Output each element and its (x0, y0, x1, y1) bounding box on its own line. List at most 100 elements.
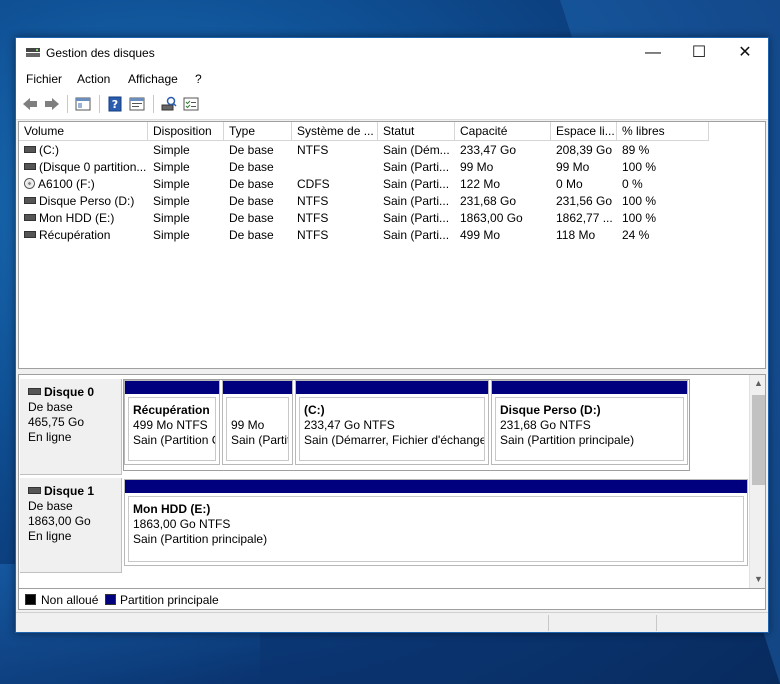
toolbar-separator (99, 95, 100, 113)
partition-c[interactable]: (C:) 233,47 Go NTFS Sain (Démarrer, Fich… (295, 380, 489, 465)
hard-drive-icon (28, 388, 41, 396)
back-arrow-icon[interactable] (22, 96, 38, 112)
table-row[interactable]: Mon HDD (E:) Simple De base NTFS Sain (P… (19, 210, 765, 227)
disk-1-label[interactable]: Disque 1 De base 1863,00 Go En ligne (20, 478, 122, 573)
filesystem-cell: NTFS (297, 228, 329, 242)
status-pane (548, 615, 549, 631)
graphical-view-scrollbar[interactable]: ▲ ▼ (749, 375, 765, 605)
partition-title: Récupération (133, 403, 210, 417)
status-cell: Sain (Dém... (383, 143, 450, 157)
help-icon[interactable]: ? (107, 96, 123, 112)
volume-name: Mon HDD (E:) (39, 211, 115, 225)
scroll-up-icon[interactable]: ▲ (750, 375, 765, 392)
table-row[interactable]: (C:) Simple De base NTFS Sain (Dém... 23… (19, 142, 765, 159)
partition-title: (C:) (304, 403, 325, 417)
menu-action[interactable]: Action (77, 72, 110, 86)
partition-type-bar (296, 381, 488, 394)
partition-title: Mon HDD (E:) (133, 502, 211, 516)
disk-management-app-icon (26, 48, 40, 57)
volume-cell: Mon HDD (E:) (24, 210, 146, 227)
capacity-cell: 1863,00 Go (460, 211, 523, 225)
maximize-button[interactable]: ☐ (676, 38, 722, 68)
table-row[interactable]: (Disque 0 partition... Simple De base Sa… (19, 159, 765, 176)
partition-status: Sain (Partit (231, 433, 289, 447)
disk-type: De base (28, 400, 73, 414)
rescan-icon[interactable] (161, 96, 177, 112)
hard-drive-icon (28, 487, 41, 495)
column-header-free-space[interactable]: Espace li... (551, 122, 617, 141)
partition-d[interactable]: Disque Perso (D:) 231,68 Go NTFS Sain (P… (491, 380, 688, 465)
title-bar[interactable]: Gestion des disques — ☐ ✕ (16, 38, 768, 68)
column-header-percent-free[interactable]: % libres (617, 122, 709, 141)
volume-name: Disque Perso (D:) (39, 194, 135, 208)
disk-management-window: Gestion des disques — ☐ ✕ Fichier Action… (15, 37, 769, 633)
toolbar-separator (153, 95, 154, 113)
free-space-cell: 118 Mo (556, 228, 596, 242)
scroll-down-icon[interactable]: ▼ (750, 571, 765, 588)
partition-details: (C:) 233,47 Go NTFS Sain (Démarrer, Fich… (299, 397, 485, 461)
filesystem-cell: NTFS (297, 194, 329, 208)
table-row[interactable]: A6100 (F:) Simple De base CDFS Sain (Par… (19, 176, 765, 193)
percent-free-cell: 24 % (622, 228, 650, 242)
free-space-cell: 231,56 Go (556, 194, 613, 208)
volume-list: Volume Disposition Type Système de ... S… (18, 121, 766, 369)
window-title: Gestion des disques (46, 46, 155, 60)
console-tree-icon[interactable] (75, 96, 91, 112)
percent-free-cell: 89 % (622, 143, 650, 157)
status-cell: Sain (Parti... (383, 228, 450, 242)
partition-status: Sain (Partition C (133, 433, 216, 447)
partition-type-bar (492, 381, 687, 394)
free-space-cell: 208,39 Go (556, 143, 613, 157)
partition-recuperation[interactable]: Récupération 499 Mo NTFS Sain (Partition… (124, 380, 220, 465)
disk-type: De base (28, 499, 73, 513)
forward-arrow-icon[interactable] (44, 96, 60, 112)
capacity-cell: 233,47 Go (460, 143, 517, 157)
close-button[interactable]: ✕ (722, 38, 768, 68)
menu-bar: Fichier Action Affichage ? (16, 68, 768, 89)
type-cell: De base (229, 194, 274, 208)
disk-0-label[interactable]: Disque 0 De base 465,75 Go En ligne (20, 379, 122, 475)
volume-cell: (C:) (24, 142, 146, 159)
volume-name: (Disque 0 partition... (39, 160, 146, 174)
menu-help[interactable]: ? (195, 72, 202, 86)
partition-details: Disque Perso (D:) 231,68 Go NTFS Sain (P… (495, 397, 684, 461)
free-space-cell: 0 Mo (556, 177, 583, 191)
hard-drive-icon (24, 197, 36, 205)
column-header-disposition[interactable]: Disposition (148, 122, 224, 141)
column-header-status[interactable]: Statut (378, 122, 455, 141)
percent-free-cell: 100 % (622, 160, 657, 174)
legend-primary-partition: Partition principale (120, 593, 219, 607)
table-row[interactable]: Disque Perso (D:) Simple De base NTFS Sa… (19, 193, 765, 210)
partition-size: 499 Mo NTFS (133, 418, 208, 432)
checklist-icon[interactable] (183, 96, 199, 112)
percent-free-cell: 100 % (622, 194, 657, 208)
column-header-type[interactable]: Type (224, 122, 292, 141)
partition-type-bar (223, 381, 292, 394)
volume-cell: Récupération (24, 227, 146, 244)
column-header-filesystem[interactable]: Système de ... (292, 122, 378, 141)
partition-disk0-part2[interactable]: 99 Mo Sain (Partit (222, 380, 293, 465)
disposition-cell: Simple (153, 194, 190, 208)
primary-partition-swatch (105, 594, 116, 605)
legend-unallocated: Non alloué (41, 593, 99, 607)
partition-title: Disque Perso (D:) (500, 403, 601, 417)
disk-name: Disque 0 (44, 385, 95, 399)
menu-affichage[interactable]: Affichage (128, 72, 178, 86)
volume-name: Récupération (39, 228, 111, 242)
filesystem-cell: NTFS (297, 143, 329, 157)
column-header-capacity[interactable]: Capacité (455, 122, 551, 141)
cd-drive-icon (24, 178, 35, 190)
type-cell: De base (229, 211, 274, 225)
type-cell: De base (229, 228, 274, 242)
table-row[interactable]: Récupération Simple De base NTFS Sain (P… (19, 227, 765, 244)
capacity-cell: 499 Mo (460, 228, 501, 242)
partition-e[interactable]: Mon HDD (E:) 1863,00 Go NTFS Sain (Parti… (124, 479, 748, 566)
scroll-thumb[interactable] (752, 395, 765, 485)
partition-status: Sain (Démarrer, Fichier d'échange, (304, 433, 485, 447)
hard-drive-icon (24, 231, 36, 239)
minimize-button[interactable]: — (630, 38, 676, 68)
hard-drive-icon (24, 146, 36, 154)
column-header-volume[interactable]: Volume (19, 122, 148, 141)
menu-fichier[interactable]: Fichier (26, 72, 62, 86)
properties-icon[interactable] (129, 96, 145, 112)
